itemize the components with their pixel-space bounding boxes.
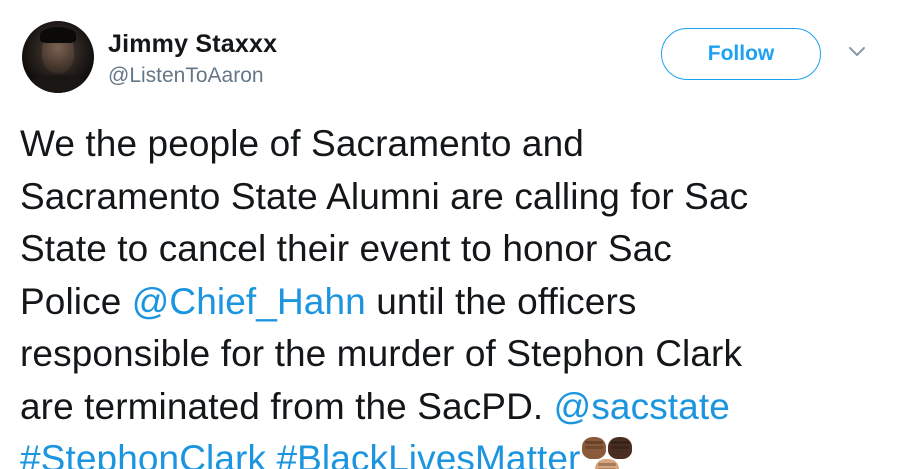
follow-button[interactable]: Follow bbox=[661, 28, 821, 80]
raised-fist-icon bbox=[582, 437, 607, 459]
raised-fists-emoji bbox=[580, 433, 640, 469]
author-display-name[interactable]: Jimmy Staxxx bbox=[108, 30, 277, 59]
chevron-down-icon[interactable] bbox=[846, 44, 868, 60]
raised-fist-icon bbox=[608, 437, 633, 459]
tweet-text-segment: are terminated from the SacPD. bbox=[20, 385, 554, 427]
tweet-text-segment: State to cancel their event to honor Sac bbox=[20, 228, 672, 269]
tweet-text-segment: Sacramento State Alumni are calling for … bbox=[20, 175, 749, 217]
avatar-hair bbox=[40, 27, 76, 43]
author-handle[interactable]: @ListenToAaron bbox=[108, 64, 264, 88]
tweet-text-segment: We the people of Sacramento and bbox=[20, 123, 584, 164]
tweet-line: are terminated from the SacPD. @sacstate bbox=[20, 381, 890, 434]
raised-fist-icon bbox=[595, 459, 620, 469]
tweet-line: Sacramento State Alumni are calling for … bbox=[20, 171, 890, 224]
hashtag-link[interactable]: #StephonClark bbox=[20, 438, 266, 469]
tweet-text: We the people of Sacramento and Sacrament… bbox=[20, 118, 890, 469]
mention-link[interactable]: @sacstate bbox=[554, 386, 730, 427]
tweet-text-segment bbox=[266, 438, 276, 469]
mention-link[interactable]: @Chief_Hahn bbox=[132, 281, 366, 322]
tweet-line: We the people of Sacramento and bbox=[20, 118, 890, 171]
tweet-text-segment: responsible for the murder of Stephon Cl… bbox=[20, 333, 743, 374]
tweet-text-segment: until the officers bbox=[365, 280, 637, 322]
tweet-line: responsible for the murder of Stephon Cl… bbox=[20, 328, 890, 381]
hashtag-link[interactable]: #BlackLivesMatter bbox=[276, 438, 580, 469]
tweet-line: State to cancel their event to honor Sac bbox=[20, 223, 890, 276]
author-avatar[interactable] bbox=[22, 21, 94, 93]
tweet-line: #StephonClark #BlackLivesMatter bbox=[20, 433, 890, 469]
tweet-card: Jimmy Staxxx @ListenToAaron Follow We th… bbox=[0, 0, 900, 469]
tweet-text-segment: Police bbox=[20, 280, 132, 322]
avatar-shirt bbox=[28, 75, 88, 93]
tweet-line: Police @Chief_Hahn until the officers bbox=[20, 276, 890, 329]
